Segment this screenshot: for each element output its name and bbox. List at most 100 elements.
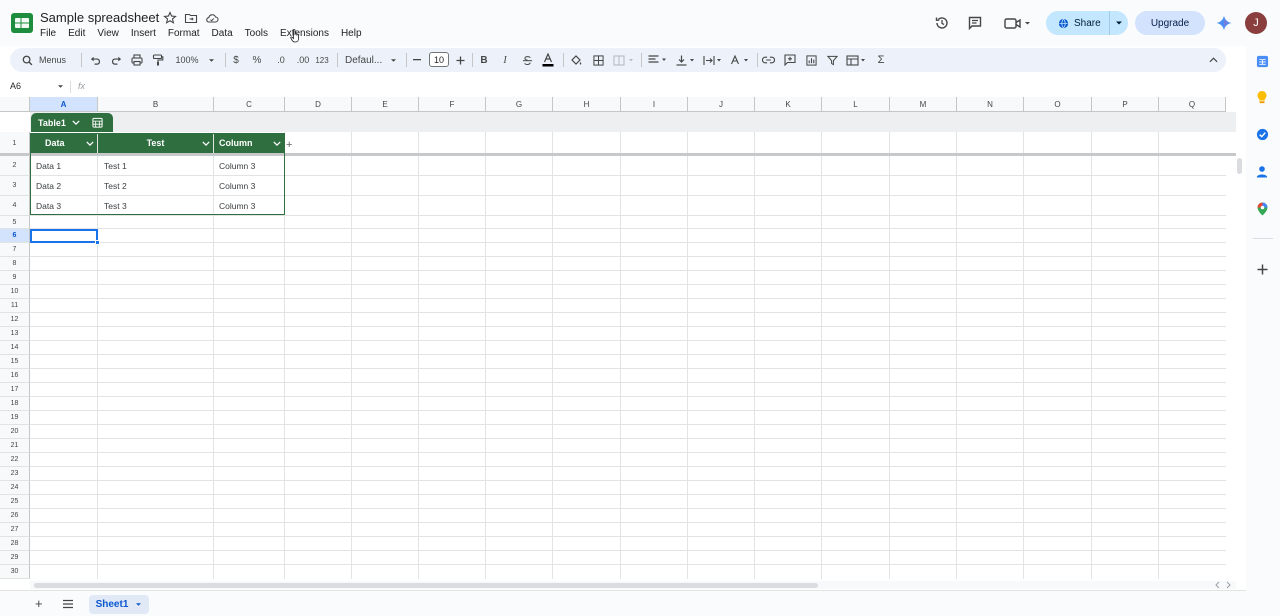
menu-help[interactable]: Help — [335, 27, 368, 41]
column-menu-button[interactable] — [199, 140, 213, 146]
create-filter-button[interactable] — [825, 51, 839, 69]
insert-chart-button[interactable] — [804, 51, 818, 69]
upgrade-button[interactable]: Upgrade — [1135, 11, 1205, 35]
column-header-m[interactable]: M — [890, 97, 957, 112]
column-header-f[interactable]: F — [419, 97, 486, 112]
move-folder-icon[interactable] — [184, 11, 198, 25]
add-sheet-button[interactable]: + — [35, 596, 43, 611]
column-header-n[interactable]: N — [957, 97, 1024, 112]
collapse-menus-button[interactable] — [1206, 51, 1220, 69]
table-cell[interactable]: Column 3 — [219, 176, 283, 195]
fill-color-button[interactable] — [569, 51, 583, 69]
keep-button[interactable] — [1254, 89, 1270, 105]
chevron-down-icon[interactable] — [72, 120, 80, 125]
row-header-2[interactable]: 2 — [0, 156, 30, 176]
row-header-27[interactable]: 27 — [0, 523, 30, 537]
share-button[interactable]: Share — [1046, 11, 1128, 35]
comments-button[interactable] — [964, 12, 986, 34]
formula-input[interactable] — [94, 79, 1234, 95]
row-header-10[interactable]: 10 — [0, 285, 30, 299]
gemini-icon[interactable] — [1216, 15, 1232, 31]
table-name-tab[interactable]: Table1 — [31, 113, 113, 132]
sheets-logo-icon[interactable] — [10, 12, 34, 34]
row-header-6[interactable]: 6 — [0, 229, 30, 243]
row-header-22[interactable]: 22 — [0, 453, 30, 467]
star-icon[interactable] — [163, 11, 177, 25]
row-header-4[interactable]: 4 — [0, 196, 30, 216]
share-main[interactable]: Share — [1046, 11, 1110, 35]
text-wrapping-button[interactable] — [702, 51, 724, 69]
currency-format-button[interactable]: $ — [230, 51, 242, 69]
search-menus-button[interactable]: Menus — [22, 51, 72, 69]
document-title[interactable]: Sample spreadsheet — [40, 10, 159, 25]
horizontal-align-button[interactable] — [647, 51, 669, 69]
select-all-corner[interactable] — [0, 97, 30, 112]
decrease-font-size-button[interactable] — [411, 51, 423, 69]
menu-file[interactable]: File — [34, 27, 62, 41]
undo-button[interactable] — [87, 51, 103, 69]
row-header-19[interactable]: 19 — [0, 411, 30, 425]
contacts-button[interactable] — [1254, 163, 1270, 179]
table-cell[interactable]: Test 1 — [104, 156, 212, 175]
row-header-20[interactable]: 20 — [0, 425, 30, 439]
spreadsheet-grid[interactable]: ABCDEFGHIJKLMNOPQ 1 2 3 4 5 6 7 8 9 10 11 12 13 14 15 1… — [0, 97, 1236, 579]
sheets-app-button[interactable] — [1254, 53, 1270, 69]
font-size-input[interactable]: 10 — [429, 52, 449, 67]
row-header-7[interactable]: 7 — [0, 243, 30, 257]
version-history-button[interactable] — [931, 12, 953, 34]
table-cell[interactable]: Column 3 — [219, 196, 283, 215]
menu-view[interactable]: View — [91, 27, 125, 41]
insert-link-button[interactable] — [761, 51, 775, 69]
table-cell[interactable]: Data 3 — [36, 196, 96, 215]
bold-button[interactable]: B — [478, 51, 490, 69]
menu-extensions[interactable]: Extensions — [274, 27, 335, 41]
cloud-status-icon[interactable] — [205, 11, 219, 25]
table-header-test[interactable]: Test — [98, 133, 213, 153]
row-header-24[interactable]: 24 — [0, 481, 30, 495]
table-header-data[interactable]: Data — [31, 133, 97, 153]
row-header-23[interactable]: 23 — [0, 467, 30, 481]
menu-tools[interactable]: Tools — [239, 27, 274, 41]
row-header-5[interactable]: 5 — [0, 216, 30, 229]
column-header-k[interactable]: K — [755, 97, 822, 112]
table-cell[interactable]: Data 2 — [36, 176, 96, 195]
fill-handle[interactable] — [95, 240, 100, 245]
column-header-i[interactable]: I — [621, 97, 688, 112]
column-header-j[interactable]: J — [688, 97, 755, 112]
column-header-h[interactable]: H — [553, 97, 621, 112]
row-header-26[interactable]: 26 — [0, 509, 30, 523]
table-cell[interactable]: Test 3 — [104, 196, 212, 215]
table-cell[interactable]: Test 2 — [104, 176, 212, 195]
column-header-l[interactable]: L — [822, 97, 890, 112]
insert-comment-button[interactable] — [783, 51, 797, 69]
menu-edit[interactable]: Edit — [62, 27, 91, 41]
row-header-30[interactable]: 30 — [0, 565, 30, 579]
more-formats-button[interactable]: 123 — [315, 51, 329, 69]
row-header-18[interactable]: 18 — [0, 397, 30, 411]
functions-button[interactable]: Σ — [875, 51, 887, 69]
table-cell[interactable]: Column 3 — [219, 156, 283, 175]
menu-insert[interactable]: Insert — [125, 27, 162, 41]
column-header-b[interactable]: B — [98, 97, 214, 112]
zoom-select[interactable]: 100% — [173, 51, 217, 69]
column-header-a[interactable]: A — [30, 97, 98, 112]
column-menu-button[interactable] — [270, 140, 284, 146]
row-header-12[interactable]: 12 — [0, 313, 30, 327]
row-header-8[interactable]: 8 — [0, 257, 30, 271]
row-header-14[interactable]: 14 — [0, 341, 30, 355]
share-options-button[interactable] — [1110, 11, 1128, 35]
percent-format-button[interactable]: % — [251, 51, 263, 69]
italic-button[interactable]: I — [499, 51, 511, 69]
menu-format[interactable]: Format — [162, 27, 206, 41]
row-header-25[interactable]: 25 — [0, 495, 30, 509]
maps-button[interactable] — [1254, 201, 1270, 217]
vertical-scroll-thumb[interactable] — [1237, 158, 1242, 174]
row-header-21[interactable]: 21 — [0, 439, 30, 453]
menu-data[interactable]: Data — [206, 27, 239, 41]
table-header-column[interactable]: Column — [214, 133, 284, 153]
increase-decimal-button[interactable]: .00 — [293, 51, 313, 69]
row-header-11[interactable]: 11 — [0, 299, 30, 313]
column-header-d[interactable]: D — [285, 97, 352, 112]
redo-button[interactable] — [108, 51, 124, 69]
paint-format-button[interactable] — [150, 51, 166, 69]
